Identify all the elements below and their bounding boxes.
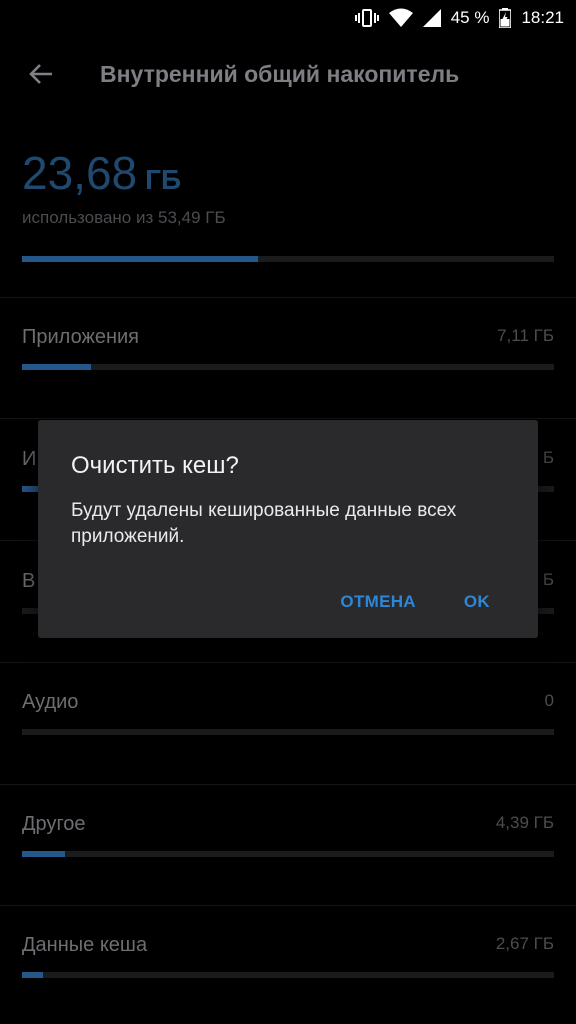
status-bar: 45 % 18:21	[0, 0, 576, 36]
toolbar: Внутренний общий накопитель	[0, 44, 576, 104]
usage-progress-bar	[22, 256, 554, 262]
category-progress-bar	[22, 729, 554, 735]
clock: 18:21	[521, 8, 564, 27]
dialog-actions: ОТМЕНА OK	[340, 592, 490, 612]
arrow-back-icon	[29, 64, 52, 84]
category-size: Б	[542, 570, 554, 589]
category-size: 7,11 ГБ	[497, 326, 554, 345]
category-progress-fill	[22, 972, 44, 978]
category-size: 2,67 ГБ	[495, 934, 554, 953]
category-row-cache[interactable]: Данные кеша 2,67 ГБ	[22, 934, 554, 994]
used-unit: ГБ	[145, 164, 182, 195]
category-row-audio[interactable]: Аудио 0	[22, 691, 554, 751]
signal-icon	[422, 9, 441, 27]
clear-cache-dialog: Очистить кеш? Будут удалены кешированные…	[38, 420, 538, 638]
category-progress-fill	[22, 486, 38, 492]
category-progress-bar	[22, 364, 554, 370]
usage-progress-fill	[22, 256, 258, 262]
ok-button[interactable]: OK	[464, 592, 490, 612]
used-amount: 23,68	[22, 147, 138, 199]
used-of-total: использовано из 53,49 ГБ	[22, 208, 226, 227]
category-label: Данные кеша	[22, 934, 148, 956]
category-progress-bar	[22, 851, 554, 857]
category-label: И	[22, 448, 37, 470]
divider	[0, 784, 576, 785]
divider	[0, 905, 576, 906]
category-size: Б	[542, 448, 554, 467]
divider	[0, 297, 576, 298]
category-label: В	[22, 570, 36, 592]
storage-summary: 23,68 ГБ использовано из 53,49 ГБ	[22, 146, 554, 262]
dialog-message: Будут удалены кешированные данные всех п…	[71, 500, 457, 547]
battery-percent: 45 %	[450, 8, 490, 27]
category-size: 4,39 ГБ	[495, 813, 554, 832]
dialog-title: Очистить кеш?	[71, 452, 239, 479]
page-title: Внутренний общий накопитель	[100, 60, 460, 87]
vibrate-icon	[354, 8, 379, 28]
category-label: Другое	[22, 813, 86, 835]
wifi-icon	[388, 8, 413, 28]
battery-icon	[499, 8, 512, 28]
category-label: Приложения	[22, 326, 140, 348]
cancel-button[interactable]: ОТМЕНА	[340, 592, 415, 612]
divider	[0, 418, 576, 419]
category-size: 0	[544, 691, 554, 710]
back-button[interactable]	[16, 49, 66, 99]
category-row-other[interactable]: Другое 4,39 ГБ	[22, 813, 554, 873]
category-row-apps[interactable]: Приложения 7,11 ГБ	[22, 326, 554, 386]
category-progress-bar	[22, 972, 554, 978]
category-label: Аудио	[22, 691, 79, 713]
category-progress-fill	[22, 364, 92, 370]
category-progress-fill	[22, 851, 65, 857]
divider	[0, 662, 576, 663]
